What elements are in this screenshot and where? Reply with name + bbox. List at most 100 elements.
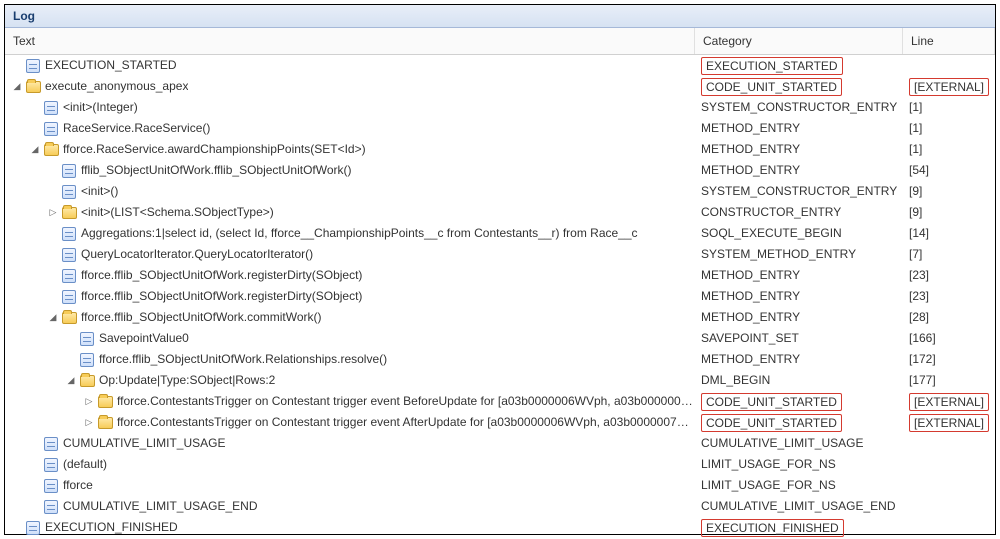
cell-text: fforce.fflib_SObjectUnitOfWork.Relations… — [5, 349, 695, 370]
document-icon — [61, 226, 77, 242]
cell-line: [EXTERNAL] — [903, 414, 995, 432]
cell-text: SavepointValue0 — [5, 328, 695, 349]
tree-row[interactable]: <init>()SYSTEM_CONSTRUCTOR_ENTRY[9] — [5, 181, 995, 202]
tree-row[interactable]: CUMULATIVE_LIMIT_USAGE CUMULATIVE_LIMIT_U… — [5, 433, 995, 454]
cell-category: CODE_UNIT_STARTED — [695, 414, 903, 432]
cell-category: METHOD_ENTRY — [695, 118, 903, 139]
tree-row[interactable]: ◢execute_anonymous_apexCODE_UNIT_STARTED… — [5, 76, 995, 97]
cell-category: SYSTEM_CONSTRUCTOR_ENTRY — [695, 97, 903, 118]
row-category-label: METHOD_ENTRY — [701, 118, 800, 139]
row-line-label: [1] — [909, 118, 922, 139]
tree-row[interactable]: (default) LIMIT_USAGE_FOR_NS — [5, 454, 995, 475]
row-text-label: CUMULATIVE_LIMIT_USAGE_END — [63, 496, 258, 517]
tree-row[interactable]: EXECUTION_STARTEDEXECUTION_STARTED — [5, 55, 995, 76]
tree-row[interactable]: ◢ fforce.RaceService.awardChampionshipPoi… — [5, 139, 995, 160]
tree-row[interactable]: <init>(Integer)SYSTEM_CONSTRUCTOR_ENTRY[… — [5, 97, 995, 118]
tree-row[interactable]: Aggregations:1|select id, (select Id, ff… — [5, 223, 995, 244]
cell-text: ◢execute_anonymous_apex — [5, 76, 695, 97]
row-text-label: <init>(Integer) — [63, 97, 138, 118]
document-icon — [79, 331, 95, 347]
tree-row[interactable]: fforce.fflib_SObjectUnitOfWork.Relations… — [5, 349, 995, 370]
row-category-label: METHOD_ENTRY — [701, 139, 800, 160]
tree-row[interactable]: fflib_SObjectUnitOfWork.fflib_SObjectUni… — [5, 160, 995, 181]
folder-icon — [97, 415, 113, 431]
collapse-icon[interactable]: ◢ — [65, 375, 77, 387]
collapse-icon[interactable]: ◢ — [11, 81, 23, 93]
expand-icon[interactable]: ▷ — [47, 207, 59, 219]
col-header-text[interactable]: Text — [5, 28, 695, 54]
log-rows: EXECUTION_STARTEDEXECUTION_STARTED◢execu… — [5, 55, 995, 538]
document-icon — [43, 100, 59, 116]
tree-row[interactable]: RaceService.RaceService() METHOD_ENTRY [1] — [5, 118, 995, 139]
panel-title: Log — [5, 5, 995, 28]
row-line-label: [54] — [909, 160, 929, 181]
row-category-label: CODE_UNIT_STARTED — [701, 414, 842, 432]
document-icon — [61, 163, 77, 179]
tree-row[interactable]: SavepointValue0SAVEPOINT_SET[166] — [5, 328, 995, 349]
document-icon — [43, 478, 59, 494]
row-line-label: [166] — [909, 328, 936, 349]
row-text-label: fforce.RaceService.awardChampionshipPoin… — [63, 139, 366, 160]
folder-icon — [79, 373, 95, 389]
col-header-line[interactable]: Line — [903, 28, 995, 54]
cell-line: [9] — [903, 181, 995, 202]
collapse-icon[interactable]: ◢ — [29, 144, 41, 156]
cell-text: CUMULATIVE_LIMIT_USAGE — [5, 433, 695, 454]
tree-row[interactable]: ▷ fforce.ContestantsTrigger on Contestant… — [5, 412, 995, 433]
cell-category: METHOD_ENTRY — [695, 307, 903, 328]
tree-row[interactable]: fforceLIMIT_USAGE_FOR_NS — [5, 475, 995, 496]
tree-row[interactable]: ▷<init>(LIST<Schema.SObjectType>)CONSTRU… — [5, 202, 995, 223]
row-line-label: [EXTERNAL] — [909, 414, 989, 432]
expand-icon[interactable]: ▷ — [83, 396, 95, 408]
row-text-label: fforce.fflib_SObjectUnitOfWork.registerD… — [81, 265, 362, 286]
cell-category: SOQL_EXECUTE_BEGIN — [695, 223, 903, 244]
row-text-label: fforce.fflib_SObjectUnitOfWork.Relations… — [99, 349, 387, 370]
tree-row[interactable]: fforce.fflib_SObjectUnitOfWork.registerD… — [5, 286, 995, 307]
cell-text: CUMULATIVE_LIMIT_USAGE_END — [5, 496, 695, 517]
cell-category: DML_BEGIN — [695, 370, 903, 391]
col-header-category[interactable]: Category — [695, 28, 903, 54]
row-line-label: [23] — [909, 286, 929, 307]
cell-line: [1] — [903, 139, 995, 160]
expand-icon[interactable]: ▷ — [83, 417, 95, 429]
cell-text: <init>(Integer) — [5, 97, 695, 118]
cell-category: CUMULATIVE_LIMIT_USAGE — [695, 433, 903, 454]
tree-row[interactable]: ◢ fforce.fflib_SObjectUnitOfWork.commitWo… — [5, 307, 995, 328]
folder-icon — [61, 310, 77, 326]
row-category-label: METHOD_ENTRY — [701, 307, 800, 328]
row-text-label: fflib_SObjectUnitOfWork.fflib_SObjectUni… — [81, 160, 352, 181]
cell-text: ▷ fforce.ContestantsTrigger on Contestant… — [5, 391, 695, 412]
row-line-label: [7] — [909, 244, 922, 265]
document-icon — [79, 352, 95, 368]
row-category-label: LIMIT_USAGE_FOR_NS — [701, 475, 836, 496]
row-text-label: fforce.ContestantsTrigger on Contestant … — [117, 412, 695, 433]
tree-row[interactable]: QueryLocatorIterator.QueryLocatorIterato… — [5, 244, 995, 265]
row-text-label: <init>(LIST<Schema.SObjectType>) — [81, 202, 274, 223]
tree-row[interactable]: EXECUTION_FINISHEDEXECUTION_FINISHED — [5, 517, 995, 538]
row-text-label: fforce.fflib_SObjectUnitOfWork.commitWor… — [81, 307, 322, 328]
tree-row[interactable]: fforce.fflib_SObjectUnitOfWork.registerD… — [5, 265, 995, 286]
row-category-label: SYSTEM_CONSTRUCTOR_ENTRY — [701, 181, 897, 202]
row-text-label: RaceService.RaceService() — [63, 118, 210, 139]
row-text-label: CUMULATIVE_LIMIT_USAGE — [63, 433, 225, 454]
tree-row[interactable]: ◢Op:Update|Type:SObject|Rows:2DML_BEGIN[… — [5, 370, 995, 391]
cell-text: ▷ <init>(LIST<Schema.SObjectType>) — [5, 202, 695, 223]
cell-text: ◢ fforce.RaceService.awardChampionshipPoi… — [5, 139, 695, 160]
collapse-icon[interactable]: ◢ — [47, 312, 59, 324]
cell-category: LIMIT_USAGE_FOR_NS — [695, 454, 903, 475]
row-text-label: SavepointValue0 — [99, 328, 189, 349]
cell-text: ◢ fforce.fflib_SObjectUnitOfWork.commitWo… — [5, 307, 695, 328]
folder-icon — [25, 79, 41, 95]
cell-category: SYSTEM_METHOD_ENTRY — [695, 244, 903, 265]
tree-row[interactable]: CUMULATIVE_LIMIT_USAGE_ENDCUMULATIVE_LIM… — [5, 496, 995, 517]
row-text-label: fforce.ContestantsTrigger on Contestant … — [117, 391, 695, 412]
row-line-label: [23] — [909, 265, 929, 286]
row-category-label: DML_BEGIN — [701, 370, 770, 391]
row-line-label: [9] — [909, 202, 922, 223]
tree-row[interactable]: ▷ fforce.ContestantsTrigger on Contestant… — [5, 391, 995, 412]
row-text-label: EXECUTION_STARTED — [45, 55, 177, 76]
cell-line: [EXTERNAL] — [903, 78, 995, 96]
row-category-label: SYSTEM_CONSTRUCTOR_ENTRY — [701, 97, 897, 118]
document-icon — [61, 268, 77, 284]
row-text-label: (default) — [63, 454, 107, 475]
